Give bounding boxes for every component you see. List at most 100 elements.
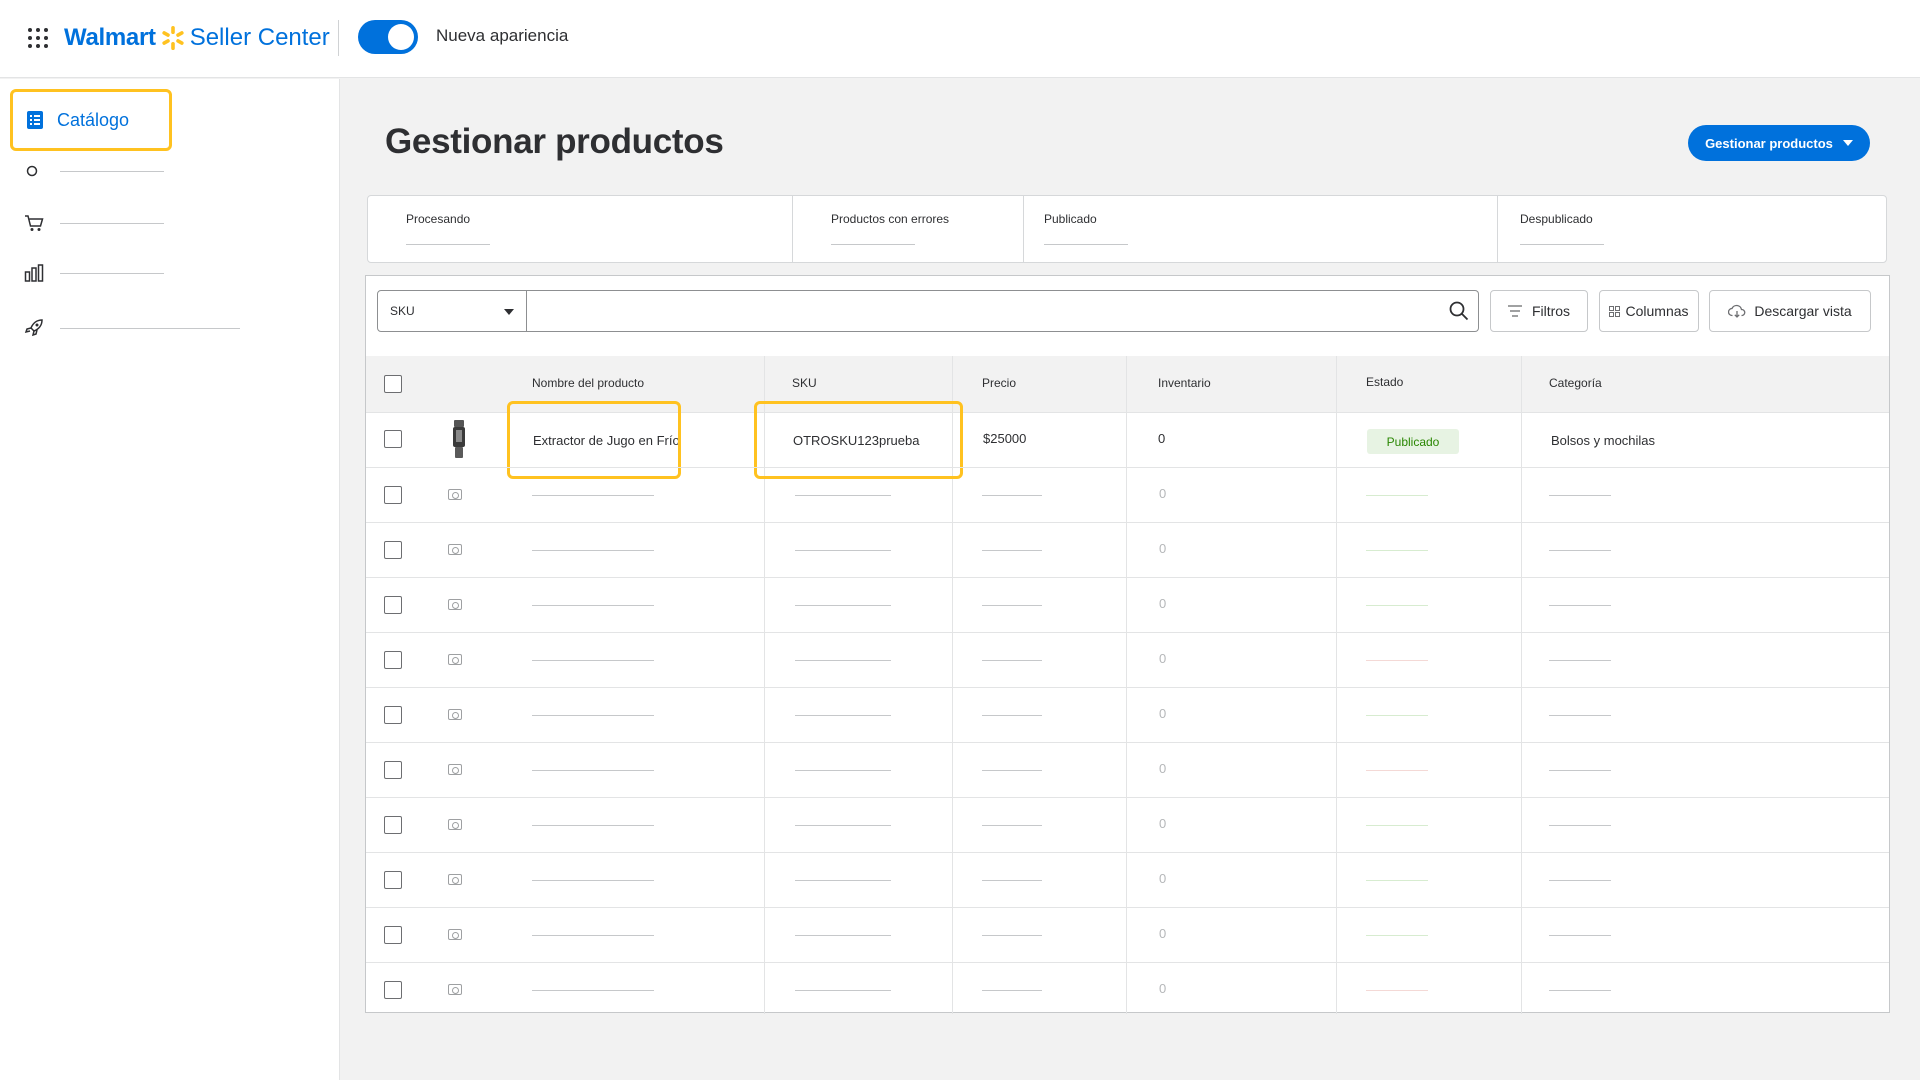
column-header-category[interactable]: Categoría xyxy=(1549,376,1602,390)
placeholder-line xyxy=(795,495,891,496)
product-price: $25000 xyxy=(983,431,1027,446)
table-row[interactable]: 0 xyxy=(366,852,1889,907)
row-checkbox[interactable] xyxy=(384,816,402,834)
placeholder-inventory: 0 xyxy=(1159,816,1167,831)
row-checkbox[interactable] xyxy=(384,706,402,724)
placeholder-line xyxy=(795,990,891,991)
sidebar: Catálogo xyxy=(0,79,340,1080)
row-checkbox[interactable] xyxy=(384,541,402,559)
placeholder-line xyxy=(795,825,891,826)
placeholder-line xyxy=(982,990,1042,991)
table-row[interactable]: 0 xyxy=(366,467,1889,522)
chevron-down-icon xyxy=(1842,140,1853,146)
placeholder-line xyxy=(1366,935,1428,936)
column-header-price[interactable]: Precio xyxy=(982,376,1016,390)
placeholder-inventory: 0 xyxy=(1159,761,1167,776)
sidebar-item-placeholder[interactable] xyxy=(24,163,164,179)
manage-products-label: Gestionar productos xyxy=(1705,135,1833,151)
placeholder-line xyxy=(1549,550,1611,551)
column-header-sku[interactable]: SKU xyxy=(792,376,817,390)
table-row[interactable]: 0 xyxy=(366,687,1889,742)
placeholder-line xyxy=(795,880,891,881)
placeholder-inventory: 0 xyxy=(1159,596,1167,611)
bar-chart-icon xyxy=(24,264,44,282)
sidebar-item-placeholder[interactable] xyxy=(24,264,164,282)
placeholder-line xyxy=(982,825,1042,826)
product-inventory: 0 xyxy=(1158,431,1166,446)
placeholder-line xyxy=(795,660,891,661)
stat-processing[interactable]: Procesando xyxy=(368,196,793,262)
placeholder-line xyxy=(982,660,1042,661)
select-all-checkbox[interactable] xyxy=(384,375,402,393)
filters-label: Filtros xyxy=(1531,303,1571,319)
stat-published[interactable]: Publicado xyxy=(1024,196,1498,262)
search-field-select[interactable]: SKU xyxy=(377,290,527,332)
header-divider xyxy=(338,20,339,56)
placeholder-line xyxy=(1366,715,1428,716)
search-input[interactable] xyxy=(527,290,1479,332)
sidebar-item-placeholder[interactable] xyxy=(24,214,164,232)
image-placeholder-icon xyxy=(448,709,462,720)
placeholder-line xyxy=(532,880,654,881)
placeholder-line xyxy=(982,715,1042,716)
search-icon[interactable] xyxy=(1449,301,1469,321)
cart-icon xyxy=(25,215,44,231)
placeholder-line xyxy=(1549,990,1611,991)
logo-product: Seller Center xyxy=(189,24,330,51)
download-view-button[interactable]: Descargar vista xyxy=(1709,290,1871,332)
table-row[interactable]: 0 xyxy=(366,522,1889,577)
placeholder-line xyxy=(1366,990,1428,991)
filters-button[interactable]: Filtros xyxy=(1490,290,1588,332)
placeholder-line xyxy=(1549,715,1611,716)
column-header-status[interactable]: Estado xyxy=(1366,375,1403,389)
top-header: Walmart Seller Center Nueva apariencia xyxy=(0,0,1920,78)
placeholder-inventory: 0 xyxy=(1159,486,1167,501)
table-row[interactable]: 0 xyxy=(366,742,1889,797)
row-checkbox[interactable] xyxy=(384,871,402,889)
column-header-name[interactable]: Nombre del producto xyxy=(532,376,644,390)
placeholder-inventory: 0 xyxy=(1159,706,1167,721)
row-checkbox[interactable] xyxy=(384,926,402,944)
stat-unpublished[interactable]: Despublicado xyxy=(1498,196,1886,262)
status-summary: Procesando Productos con errores Publica… xyxy=(367,195,1887,263)
table-row[interactable]: 0 xyxy=(366,907,1889,962)
table-row[interactable]: 0 xyxy=(366,962,1889,1014)
stat-errors[interactable]: Productos con errores xyxy=(793,196,1024,262)
placeholder-line xyxy=(1549,495,1611,496)
logo-brand: Walmart xyxy=(64,24,156,51)
placeholder-line xyxy=(532,605,654,606)
placeholder-line xyxy=(982,880,1042,881)
placeholder-line xyxy=(532,990,654,991)
row-checkbox[interactable] xyxy=(384,596,402,614)
placeholder-line xyxy=(795,935,891,936)
placeholder-line xyxy=(1366,825,1428,826)
row-checkbox[interactable] xyxy=(384,486,402,504)
placeholder-line xyxy=(795,770,891,771)
rocket-icon xyxy=(24,319,43,337)
image-placeholder-icon xyxy=(448,544,462,555)
stat-label: Procesando xyxy=(406,212,471,226)
app-grid-icon[interactable] xyxy=(28,28,48,48)
new-look-toggle[interactable] xyxy=(358,20,418,54)
columns-button[interactable]: Columnas xyxy=(1599,290,1699,332)
table-row[interactable]: 0 xyxy=(366,577,1889,632)
search-field-value: SKU xyxy=(390,304,415,318)
placeholder-line xyxy=(982,495,1042,496)
row-checkbox[interactable] xyxy=(384,430,402,448)
table-row[interactable]: 0 xyxy=(366,797,1889,852)
sidebar-item-placeholder[interactable] xyxy=(24,318,240,338)
table-row[interactable]: 0 xyxy=(366,632,1889,687)
row-checkbox[interactable] xyxy=(384,651,402,669)
walmart-seller-center-logo[interactable]: Walmart Seller Center xyxy=(64,20,330,56)
column-header-inventory[interactable]: Inventario xyxy=(1158,376,1211,390)
placeholder-line xyxy=(532,660,654,661)
image-placeholder-icon xyxy=(448,764,462,775)
download-view-label: Descargar vista xyxy=(1754,303,1852,319)
placeholder-line xyxy=(1366,495,1428,496)
placeholder-line xyxy=(982,935,1042,936)
manage-products-button[interactable]: Gestionar productos xyxy=(1688,125,1870,161)
row-checkbox[interactable] xyxy=(384,761,402,779)
image-placeholder-icon xyxy=(448,929,462,940)
row-checkbox[interactable] xyxy=(384,981,402,999)
sidebar-item-catalog[interactable]: Catálogo xyxy=(10,89,172,151)
